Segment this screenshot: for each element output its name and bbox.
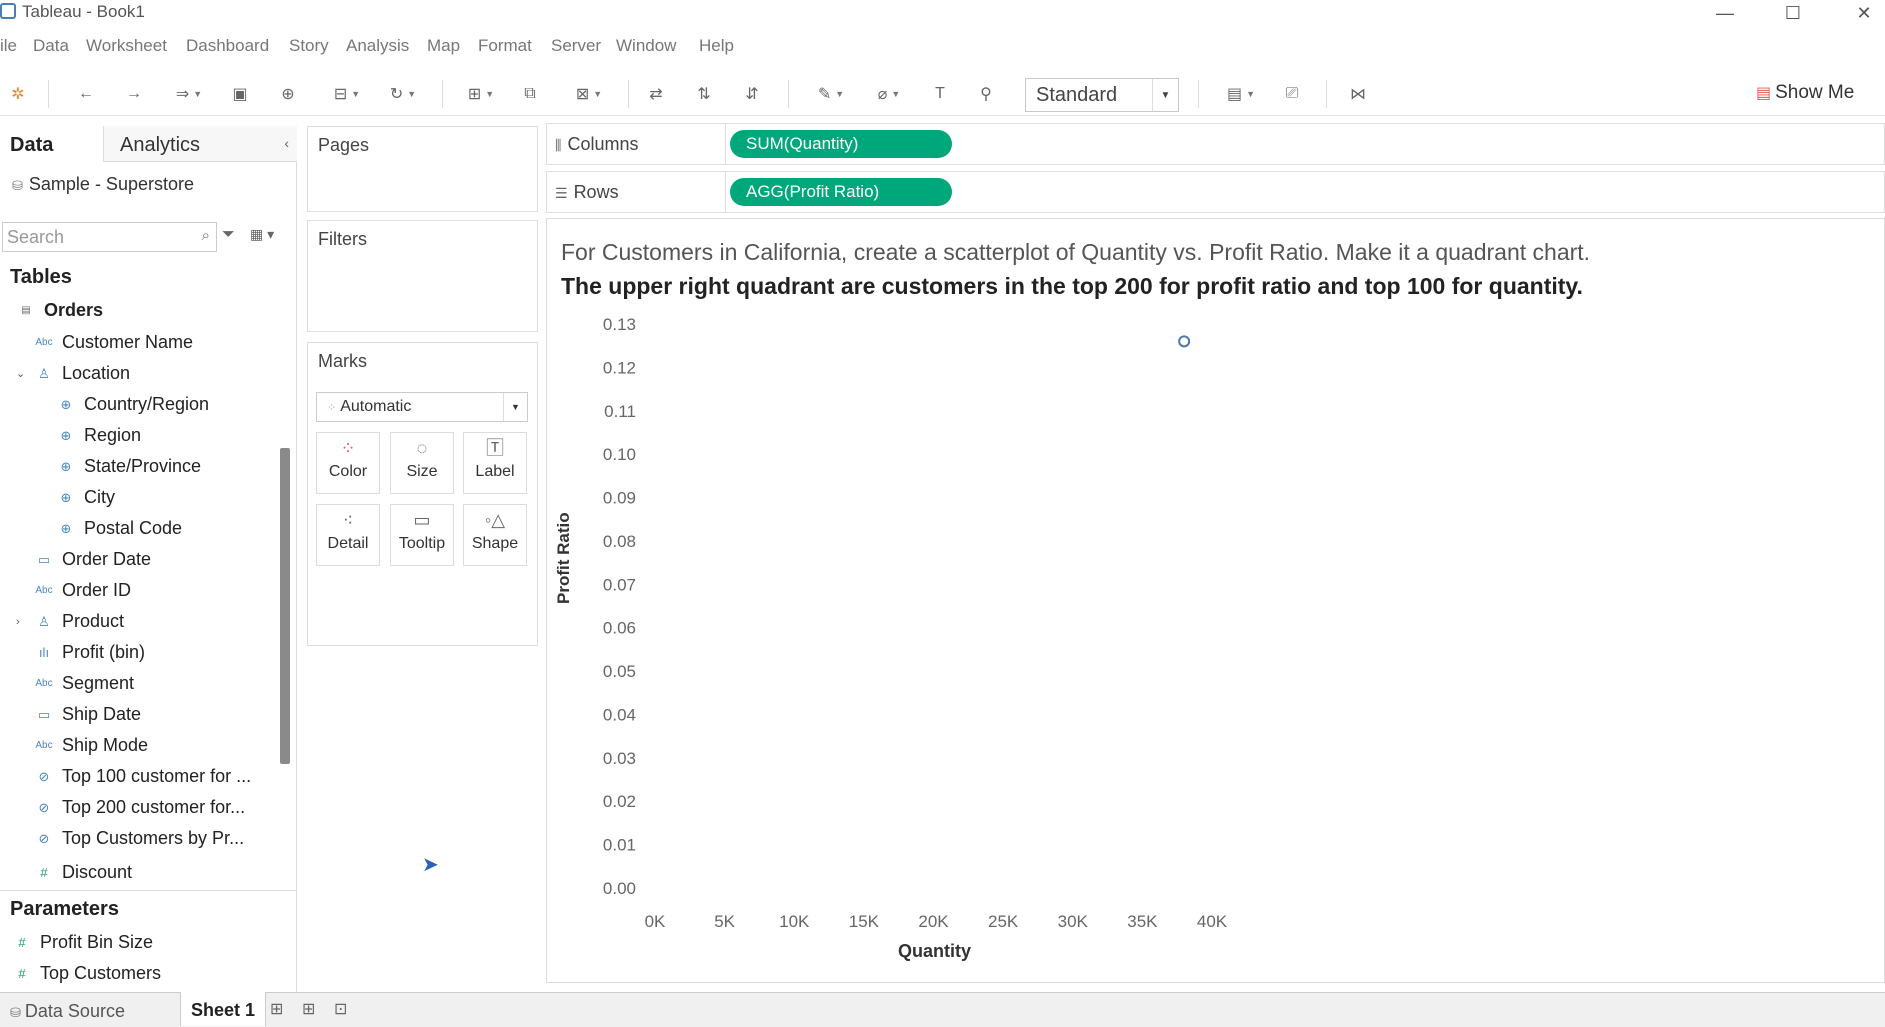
tab-data-source[interactable]: ⛁ Data Source: [0, 993, 135, 1027]
x-tick-label: 20K: [918, 912, 949, 931]
y-tick-label: 0.11: [604, 402, 636, 421]
x-tick-label: 40K: [1197, 912, 1228, 931]
x-tick-label: 30K: [1058, 912, 1089, 931]
y-tick-label: 0.08: [603, 532, 636, 551]
x-tick-label: 25K: [988, 912, 1019, 931]
y-tick-label: 0.00: [603, 879, 636, 898]
mouse-cursor-icon: ➤: [422, 854, 439, 876]
x-tick-label: 5K: [714, 912, 735, 931]
x-tick-label: 0K: [645, 912, 666, 931]
sheet-tab-bar: ⛁ Data Source Sheet 1 ⊞ ⊞ ⊡: [0, 992, 1885, 1027]
y-tick-label: 0.03: [603, 749, 636, 768]
y-tick-label: 0.09: [603, 489, 636, 508]
y-tick-label: 0.13: [603, 315, 636, 334]
scatter-point[interactable]: [1178, 335, 1191, 348]
x-axis-label[interactable]: Quantity: [898, 941, 971, 962]
new-story-icon[interactable]: ⊡: [334, 999, 347, 1019]
y-tick-label: 0.10: [603, 445, 636, 464]
y-tick-label: 0.12: [603, 358, 636, 377]
y-tick-label: 0.07: [603, 575, 636, 594]
database-icon: ⛁: [10, 1005, 21, 1020]
y-tick-label: 0.01: [603, 836, 636, 855]
y-axis-label[interactable]: Profit Ratio: [554, 512, 574, 604]
scatter-plot: 0.00 0.01 0.02 0.03 0.04 0.05 0.06 0.07 0.08 0.09…: [603, 315, 1228, 931]
y-tick-label: 0.06: [603, 619, 636, 638]
x-tick-label: 35K: [1127, 912, 1158, 931]
x-tick-label: 15K: [849, 912, 880, 931]
y-tick-label: 0.05: [603, 662, 636, 681]
y-tick-label: 0.02: [603, 792, 636, 811]
x-tick-label: 10K: [779, 912, 810, 931]
new-dashboard-icon[interactable]: ⊞: [302, 999, 315, 1019]
new-worksheet-icon[interactable]: ⊞: [270, 999, 283, 1019]
tab-sheet-1[interactable]: Sheet 1: [180, 992, 267, 1026]
tab-data-source-label: Data Source: [24, 1001, 125, 1021]
y-tick-label: 0.04: [603, 705, 636, 724]
